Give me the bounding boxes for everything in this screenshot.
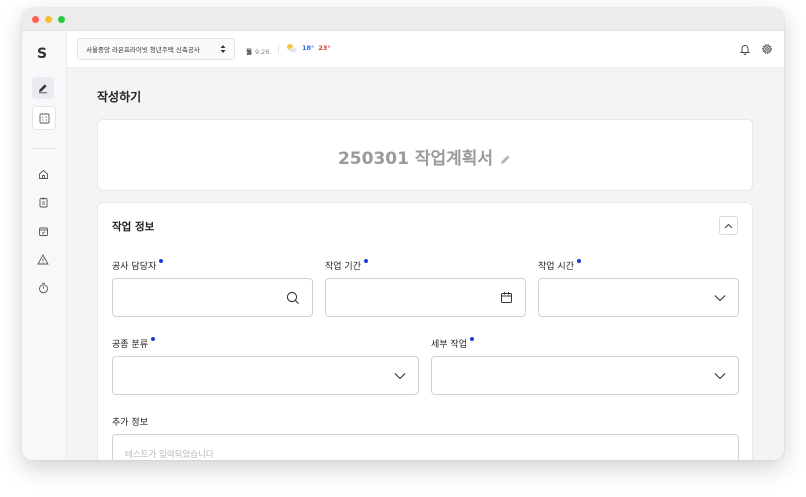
category-label-text: 공종 분류 (112, 340, 148, 350)
time-label-text: 작업 시간 (538, 262, 574, 272)
app-logo[interactable]: S (37, 46, 47, 62)
detail-label-text: 세부 작업 (431, 340, 467, 350)
date-day: 월 (246, 48, 252, 56)
period-label: 작업 기간 (325, 259, 368, 272)
bell-icon[interactable] (739, 43, 751, 55)
page-title: 작성하기 (97, 90, 142, 104)
weather-icon (287, 44, 297, 53)
sidebar-item-timer[interactable] (36, 281, 50, 295)
chevron-down-icon (394, 373, 406, 380)
gear-icon[interactable] (761, 43, 773, 55)
window-titlebar (22, 8, 784, 31)
maximize-window-button[interactable] (58, 15, 65, 23)
section-title: 작업 정보 (112, 221, 155, 233)
sidebar-item-reports[interactable] (36, 195, 50, 209)
time-label: 작업 시간 (538, 259, 581, 272)
edit-pencil-icon[interactable] (499, 153, 512, 166)
document-title[interactable]: 250301 작업계획서 (98, 144, 752, 169)
manager-label-text: 공사 담당자 (112, 262, 157, 272)
required-dot (159, 259, 164, 263)
period-label-text: 작업 기간 (325, 262, 361, 272)
warning-icon (37, 253, 49, 264)
time-select[interactable] (538, 278, 739, 317)
select-arrows-icon (220, 45, 226, 53)
category-select[interactable] (112, 356, 419, 395)
chevron-down-icon (714, 295, 726, 302)
extra-label: 추가 정보 (112, 418, 148, 428)
calendar-icon[interactable] (500, 291, 513, 304)
manager-search-input[interactable] (112, 278, 313, 317)
today-date: 월 9.26. (246, 46, 272, 56)
clipboard-icon (39, 197, 47, 207)
grid-icon (39, 113, 49, 123)
required-dot (150, 337, 155, 341)
detail-select[interactable] (431, 356, 739, 395)
extra-info-textarea[interactable]: 테스트가 입력되었습니다 (112, 434, 739, 460)
project-select-value: 서울중앙 라온프라이빗 청년주택 신축공사 (86, 46, 200, 54)
search-icon[interactable] (286, 291, 300, 305)
extra-info-text: 테스트가 입력되었습니다 (125, 450, 214, 460)
home-icon (38, 169, 48, 179)
minimize-window-button[interactable] (45, 15, 52, 23)
document-title-card: 250301 작업계획서 (97, 119, 753, 191)
chevron-up-icon (724, 223, 733, 228)
required-dot (363, 259, 368, 263)
topbar-divider (278, 44, 279, 54)
date-value: 9.26. (254, 48, 272, 56)
sidebar-item-home[interactable] (36, 167, 50, 181)
timer-icon (38, 282, 48, 294)
close-window-button[interactable] (32, 15, 39, 23)
required-dot (469, 337, 474, 341)
temp-min: 18° (302, 44, 315, 52)
weather: 18° 23° (285, 43, 331, 53)
chevron-down-icon (714, 373, 726, 380)
sidebar-item-safety[interactable] (36, 252, 50, 266)
document-title-text: 250301 작업계획서 (337, 149, 494, 169)
sidebar-item-schedule[interactable] (36, 224, 50, 238)
app-window: S 서울중앙 라온프라이빗 청년주택 신축공사 월 9.26. 18° 23° … (22, 8, 784, 460)
sidebar-item-write[interactable] (32, 77, 54, 99)
work-info-card: 작업 정보 공사 담당자 작업 기간 작업 시간 공종 분류 세부 작업 추가 … (97, 202, 753, 460)
temp-max: 23° (318, 44, 331, 52)
pencil-icon (39, 84, 47, 94)
main-content: 작성하기 250301 작업계획서 작업 정보 공사 담당자 작업 기간 작업 … (67, 68, 784, 460)
calendar-icon (38, 227, 48, 236)
sidebar-item-templates[interactable] (32, 106, 56, 130)
collapse-button[interactable] (719, 216, 738, 235)
period-date-input[interactable] (325, 278, 526, 317)
sidebar-divider (32, 148, 56, 149)
required-dot (576, 259, 581, 263)
manager-label: 공사 담당자 (112, 259, 164, 272)
top-bar: 서울중앙 라온프라이빗 청년주택 신축공사 월 9.26. 18° 23° (67, 31, 784, 68)
category-label: 공종 분류 (112, 337, 155, 350)
project-select[interactable]: 서울중앙 라온프라이빗 청년주택 신축공사 (77, 38, 235, 60)
sidebar: S (22, 31, 67, 460)
detail-label: 세부 작업 (431, 337, 474, 350)
